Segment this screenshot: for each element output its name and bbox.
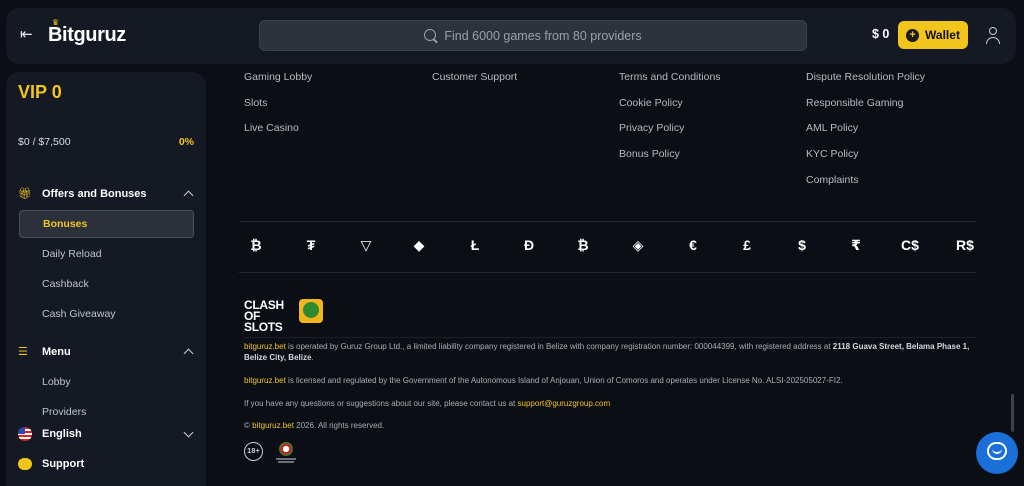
bitcoin-cash-icon: ₿: [577, 237, 589, 253]
binance-icon: ◈: [632, 237, 644, 253]
sidebar-item-cash-giveaway[interactable]: Cash Giveaway: [19, 300, 194, 328]
legal-operator-text: bitguruz.bet is operated by Guruz Group …: [244, 341, 974, 363]
footer-link-live-casino[interactable]: Live Casino: [244, 122, 299, 134]
search-input[interactable]: Find 6000 games from 80 providers: [259, 20, 807, 51]
chat-bubble-icon: [18, 458, 32, 470]
support-email-link[interactable]: support@guruzgroup.com: [518, 399, 611, 408]
footer-link-gaming-lobby[interactable]: Gaming Lobby: [244, 71, 312, 83]
menu-icon: ☰: [18, 346, 28, 358]
footer-link-cookie-policy[interactable]: Cookie Policy: [619, 97, 683, 109]
copyright-text: © bitguruz.bet 2026. All rights reserved…: [244, 420, 974, 431]
user-icon[interactable]: [985, 27, 1001, 44]
chevron-up-icon: [183, 190, 194, 201]
age-18-icon: 18+: [244, 442, 263, 461]
pound-icon: £: [743, 237, 751, 253]
search-placeholder: Find 6000 games from 80 providers: [444, 28, 642, 43]
footer-link-terms[interactable]: Terms and Conditions: [619, 71, 721, 83]
legal-text: .: [311, 353, 314, 362]
chevron-up-icon: [183, 348, 194, 359]
vip-level: VIP 0: [18, 82, 62, 102]
menu-section-toggle[interactable]: ☰ Menu: [18, 344, 196, 360]
clover-badge-icon: [299, 299, 323, 323]
logo-text: Bitguruz: [48, 23, 126, 46]
site-logo[interactable]: ♛ Bitguruz: [48, 18, 126, 48]
sidebar-item-cashback[interactable]: Cashback: [19, 270, 194, 298]
vip-percent: 0%: [178, 136, 194, 148]
offers-section-toggle[interactable]: 🎁︎ Offers and Bonuses: [18, 186, 196, 202]
clash-of-slots-text: CLASH OF SLOTS: [244, 298, 284, 334]
legal-license-text: bitguruz.bet is licensed and regulated b…: [244, 375, 974, 386]
sidebar-item-providers[interactable]: Providers: [19, 398, 194, 426]
ethereum-icon: ◆: [413, 237, 425, 253]
site-link[interactable]: bitguruz.bet: [244, 342, 286, 351]
us-flag-icon: [18, 427, 32, 441]
balance-display: $ 0: [872, 27, 890, 41]
footer-link-complaints[interactable]: Complaints: [806, 174, 859, 186]
sidebar: VIP 0 $0 / $7,500 0% 🎁︎ Offers and Bonus…: [6, 72, 206, 486]
scrollbar[interactable]: [1011, 394, 1014, 432]
sidebar-item-lobby[interactable]: Lobby: [19, 368, 194, 396]
footer-link-customer-support[interactable]: Customer Support: [432, 71, 517, 83]
tether-icon: ₮: [306, 237, 316, 253]
support-label: Support: [42, 458, 85, 470]
divider: [244, 337, 977, 338]
crown-icon: ♛: [52, 18, 60, 27]
divider: [239, 221, 976, 222]
footer-link-kyc-policy[interactable]: KYC Policy: [806, 148, 859, 160]
live-chat-button[interactable]: [976, 432, 1018, 474]
footer-link-bonus-policy[interactable]: Bonus Policy: [619, 148, 680, 160]
top-header: ⇤ ♛ Bitguruz Find 6000 games from 80 pro…: [6, 8, 1016, 64]
rupee-icon: ₹: [851, 237, 861, 253]
site-link[interactable]: bitguruz.bet: [252, 421, 294, 430]
wallet-label: Wallet: [925, 28, 960, 42]
euro-icon: €: [689, 237, 697, 253]
bitcoin-icon: ₿: [250, 237, 262, 253]
footer-link-dispute-resolution[interactable]: Dispute Resolution Policy: [806, 71, 925, 83]
footer-link-responsible-gaming[interactable]: Responsible Gaming: [806, 97, 903, 109]
brazilian-real-icon: R$: [956, 237, 974, 253]
canadian-dollar-icon: C$: [901, 237, 919, 253]
site-link[interactable]: bitguruz.bet: [244, 376, 286, 385]
tron-icon: ▽: [360, 237, 372, 253]
legal-text: 2026. All rights reserved.: [293, 421, 385, 430]
support-button[interactable]: Support: [18, 455, 196, 473]
vip-progress-text: $0 / $7,500: [18, 136, 71, 148]
copyright-symbol: ©: [244, 421, 253, 430]
wallet-button[interactable]: + Wallet: [898, 21, 968, 49]
litecoin-icon: Ł: [470, 237, 480, 253]
menu-label: Menu: [42, 346, 71, 358]
legal-text: If you have any questions or suggestions…: [244, 399, 518, 408]
plus-icon: +: [906, 28, 920, 42]
legal-text: is operated by Guruz Group Ltd., a limit…: [285, 342, 833, 351]
sidebar-item-daily-reload[interactable]: Daily Reload: [19, 240, 194, 268]
dollar-icon: $: [798, 237, 806, 253]
legal-contact-text: If you have any questions or suggestions…: [244, 398, 974, 409]
chevron-down-icon: [183, 427, 194, 438]
language-label: English: [42, 428, 82, 440]
sidebar-item-bonuses[interactable]: Bonuses: [19, 210, 194, 238]
offers-label: Offers and Bonuses: [42, 188, 147, 200]
gift-icon: 🎁︎: [18, 188, 32, 200]
clash-of-slots-logo[interactable]: CLASH OF SLOTS: [244, 298, 326, 333]
license-seal-icon[interactable]: [276, 442, 296, 464]
footer-link-slots[interactable]: Slots: [244, 97, 267, 109]
search-icon: [424, 28, 437, 41]
legal-text: is licensed and regulated by the Governm…: [285, 376, 843, 385]
collapse-sidebar-icon[interactable]: ⇤: [20, 26, 38, 44]
dogecoin-icon: Đ: [523, 237, 535, 253]
divider: [239, 272, 976, 273]
footer-link-aml-policy[interactable]: AML Policy: [806, 122, 858, 134]
language-selector[interactable]: English: [18, 425, 196, 443]
footer-link-privacy-policy[interactable]: Privacy Policy: [619, 122, 684, 134]
